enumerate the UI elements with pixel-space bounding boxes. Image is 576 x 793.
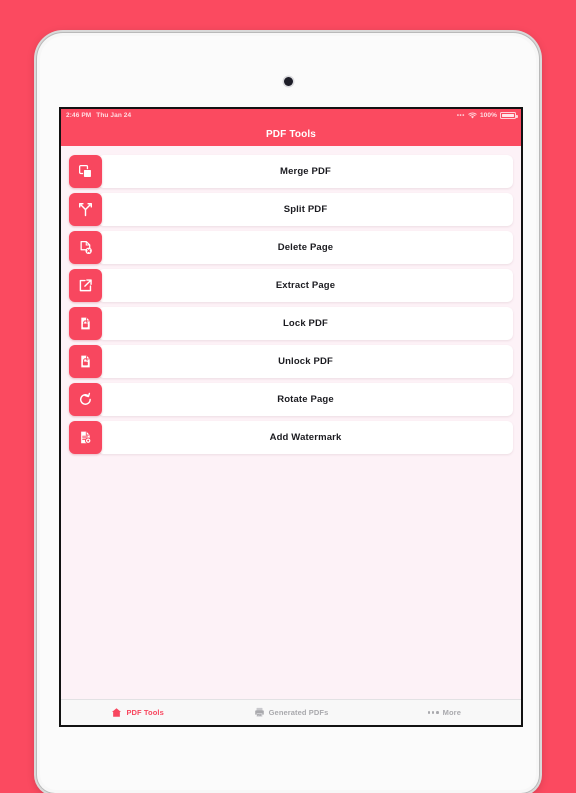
svg-text:PDF: PDF bbox=[257, 714, 262, 717]
bottom-tab-bar: PDF Tools PDF Generated PDFs More bbox=[61, 699, 521, 725]
document-watermark-icon bbox=[69, 421, 102, 454]
ellipsis-icon bbox=[427, 711, 439, 714]
battery-full-icon bbox=[500, 112, 518, 119]
tool-label: Unlock PDF bbox=[278, 356, 333, 367]
tab-generated-pdfs[interactable]: PDF Generated PDFs bbox=[214, 700, 367, 725]
front-camera-icon bbox=[283, 77, 293, 86]
merge-squares-icon bbox=[69, 155, 102, 188]
tablet-bezel: 2:46 PM Thu Jan 24 ••• 100% PDF Tools Me… bbox=[40, 36, 536, 790]
tool-card-delete-page[interactable]: Delete Page bbox=[98, 231, 513, 264]
tool-row-unlock-pdf[interactable]: Unlock PDF bbox=[69, 345, 513, 378]
tool-label: Split PDF bbox=[283, 204, 328, 215]
signal-dots-icon: ••• bbox=[456, 112, 465, 119]
tool-label: Extract Page bbox=[275, 280, 336, 291]
tool-card-extract-page[interactable]: Extract Page bbox=[98, 269, 513, 302]
split-branch-icon bbox=[69, 193, 102, 226]
tool-label: Rotate Page bbox=[277, 394, 334, 405]
tool-label: Add Watermark bbox=[269, 432, 342, 443]
status-bar-left: 2:46 PM Thu Jan 24 bbox=[66, 112, 131, 119]
tab-more[interactable]: More bbox=[368, 700, 521, 725]
tool-card-lock-pdf[interactable]: Lock PDF bbox=[98, 307, 513, 340]
tool-label: Lock PDF bbox=[282, 318, 328, 329]
export-share-icon bbox=[69, 269, 102, 302]
tab-label: Generated PDFs bbox=[268, 708, 329, 717]
home-icon bbox=[111, 707, 122, 718]
tab-pdf-tools[interactable]: PDF Tools bbox=[61, 700, 214, 725]
tool-row-rotate-page[interactable]: Rotate Page bbox=[69, 383, 513, 416]
status-bar-right: ••• 100% bbox=[456, 112, 518, 119]
document-unlock-icon bbox=[69, 345, 102, 378]
tool-label: Delete Page bbox=[277, 242, 334, 253]
device-screen: 2:46 PM Thu Jan 24 ••• 100% PDF Tools Me… bbox=[59, 107, 523, 727]
pdf-file-icon: PDF bbox=[254, 707, 265, 718]
rotate-arrow-icon bbox=[69, 383, 102, 416]
tab-label: PDF Tools bbox=[126, 708, 164, 717]
battery-percent: 100% bbox=[479, 112, 497, 119]
tool-card-add-watermark[interactable]: Add Watermark bbox=[98, 421, 513, 454]
tool-card-split-pdf[interactable]: Split PDF bbox=[98, 193, 513, 226]
page-title: PDF Tools bbox=[265, 128, 317, 140]
tools-list: Merge PDF Split PDF Delete Page Extract … bbox=[61, 146, 521, 699]
tool-card-unlock-pdf[interactable]: Unlock PDF bbox=[98, 345, 513, 378]
tool-row-merge-pdf[interactable]: Merge PDF bbox=[69, 155, 513, 188]
tool-row-delete-page[interactable]: Delete Page bbox=[69, 231, 513, 264]
status-bar: 2:46 PM Thu Jan 24 ••• 100% bbox=[61, 109, 521, 122]
status-date: Thu Jan 24 bbox=[96, 112, 132, 119]
tool-row-add-watermark[interactable]: Add Watermark bbox=[69, 421, 513, 454]
tool-card-rotate-page[interactable]: Rotate Page bbox=[98, 383, 513, 416]
tool-card-merge-pdf[interactable]: Merge PDF bbox=[98, 155, 513, 188]
tool-label: Merge PDF bbox=[280, 166, 331, 177]
tab-label: More bbox=[442, 708, 461, 717]
tool-row-split-pdf[interactable]: Split PDF bbox=[69, 193, 513, 226]
page-backdrop: 2:46 PM Thu Jan 24 ••• 100% PDF Tools Me… bbox=[0, 0, 576, 793]
tool-row-extract-page[interactable]: Extract Page bbox=[69, 269, 513, 302]
tablet-device: 2:46 PM Thu Jan 24 ••• 100% PDF Tools Me… bbox=[37, 33, 539, 793]
wifi-icon bbox=[468, 112, 477, 119]
document-delete-icon bbox=[69, 231, 102, 264]
navigation-bar: PDF Tools bbox=[61, 122, 521, 146]
tool-row-lock-pdf[interactable]: Lock PDF bbox=[69, 307, 513, 340]
status-time: 2:46 PM bbox=[66, 112, 92, 119]
document-lock-icon bbox=[69, 307, 102, 340]
